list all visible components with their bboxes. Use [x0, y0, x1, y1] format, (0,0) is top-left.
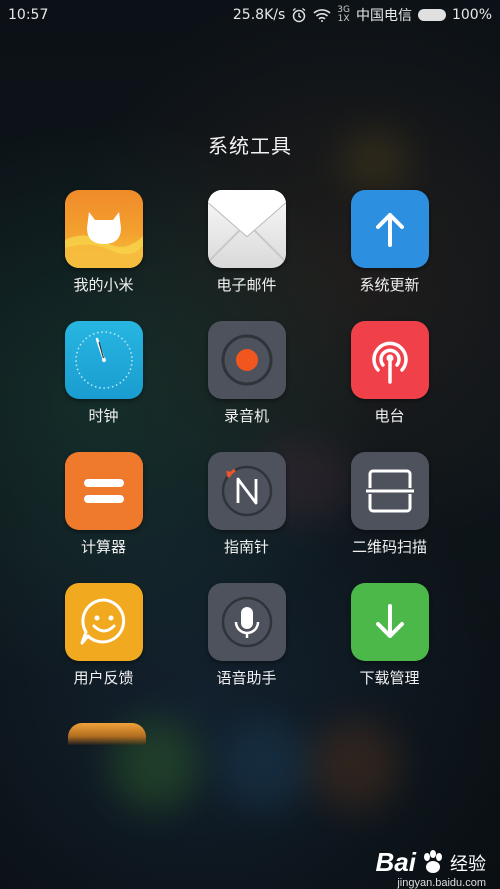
watermark-url: jingyan.baidu.com — [397, 877, 486, 889]
equals-icon — [64, 452, 143, 530]
watermark-brand-cn: 经验 — [450, 854, 486, 874]
app-label: 电台 — [374, 407, 405, 425]
wifi-icon — [313, 9, 331, 22]
clock-icon — [64, 321, 143, 399]
arrow-down-icon — [350, 583, 429, 661]
app-my-xiaomi[interactable]: 我的小米 — [32, 190, 175, 295]
mi-bunny-icon — [64, 190, 143, 268]
battery-icon — [417, 9, 446, 21]
app-label: 我的小米 — [73, 276, 134, 294]
carrier-name: 中国电信 — [355, 8, 412, 24]
microphone-icon — [207, 583, 286, 661]
battery-level: 100% — [451, 7, 492, 23]
bg-blob — [220, 720, 310, 810]
status-right: 25.8K/s 3G 1X 中国电信 100% — [233, 5, 492, 25]
app-recorder[interactable]: 录音机 — [175, 321, 318, 426]
app-email[interactable]: 电子邮件 — [175, 190, 318, 295]
alarm-icon — [292, 7, 306, 23]
radio-antenna-icon — [350, 321, 429, 399]
app-compass[interactable]: 指南针 — [175, 452, 318, 557]
app-grid: 我的小米 电子邮件 系统更新 时钟 录音机 电台 计算器 指南针 二维码扫描 用… — [32, 190, 462, 688]
network-speed: 25.8K/s — [232, 7, 286, 23]
status-bar: 10:57 25.8K/s 3G 1X 中国电信 100% — [0, 0, 500, 30]
baidu-watermark: Bai 经验 jingyan.baidu.com — [375, 847, 486, 889]
app-radio[interactable]: 电台 — [318, 321, 461, 426]
signal-tag: 1X — [337, 14, 350, 24]
folder-title: 系统工具 — [208, 134, 292, 158]
app-clock[interactable]: 时钟 — [32, 321, 175, 426]
status-time: 10:57 — [8, 7, 49, 23]
app-qr-scanner[interactable]: 二维码扫描 — [318, 452, 461, 557]
app-label: 时钟 — [88, 407, 119, 425]
app-label: 电子邮件 — [216, 276, 277, 294]
watermark-brand: Bai — [375, 847, 416, 877]
app-feedback[interactable]: 用户反馈 — [32, 583, 175, 688]
app-label: 二维码扫描 — [351, 538, 427, 556]
bg-blob — [310, 720, 400, 810]
app-label: 指南针 — [223, 538, 269, 556]
app-voice-assistant[interactable]: 语音助手 — [175, 583, 318, 688]
paw-icon — [424, 850, 442, 873]
app-label: 系统更新 — [359, 276, 420, 294]
compass-icon — [207, 452, 286, 530]
scanner-icon — [350, 452, 429, 530]
record-icon — [207, 321, 286, 399]
app-system-update[interactable]: 系统更新 — [318, 190, 461, 295]
arrow-up-icon — [350, 190, 429, 268]
app-label: 下载管理 — [359, 669, 420, 687]
app-download-manager[interactable]: 下载管理 — [318, 583, 461, 688]
app-calculator[interactable]: 计算器 — [32, 452, 175, 557]
smile-bubble-icon — [64, 583, 143, 661]
app-label: 语音助手 — [216, 669, 277, 687]
partial-app-icon[interactable] — [68, 723, 146, 745]
app-label: 计算器 — [80, 538, 126, 556]
envelope-icon — [207, 190, 286, 268]
app-label: 用户反馈 — [73, 669, 134, 687]
signal-icon: 3G 1X — [337, 6, 350, 24]
app-label: 录音机 — [223, 407, 269, 425]
